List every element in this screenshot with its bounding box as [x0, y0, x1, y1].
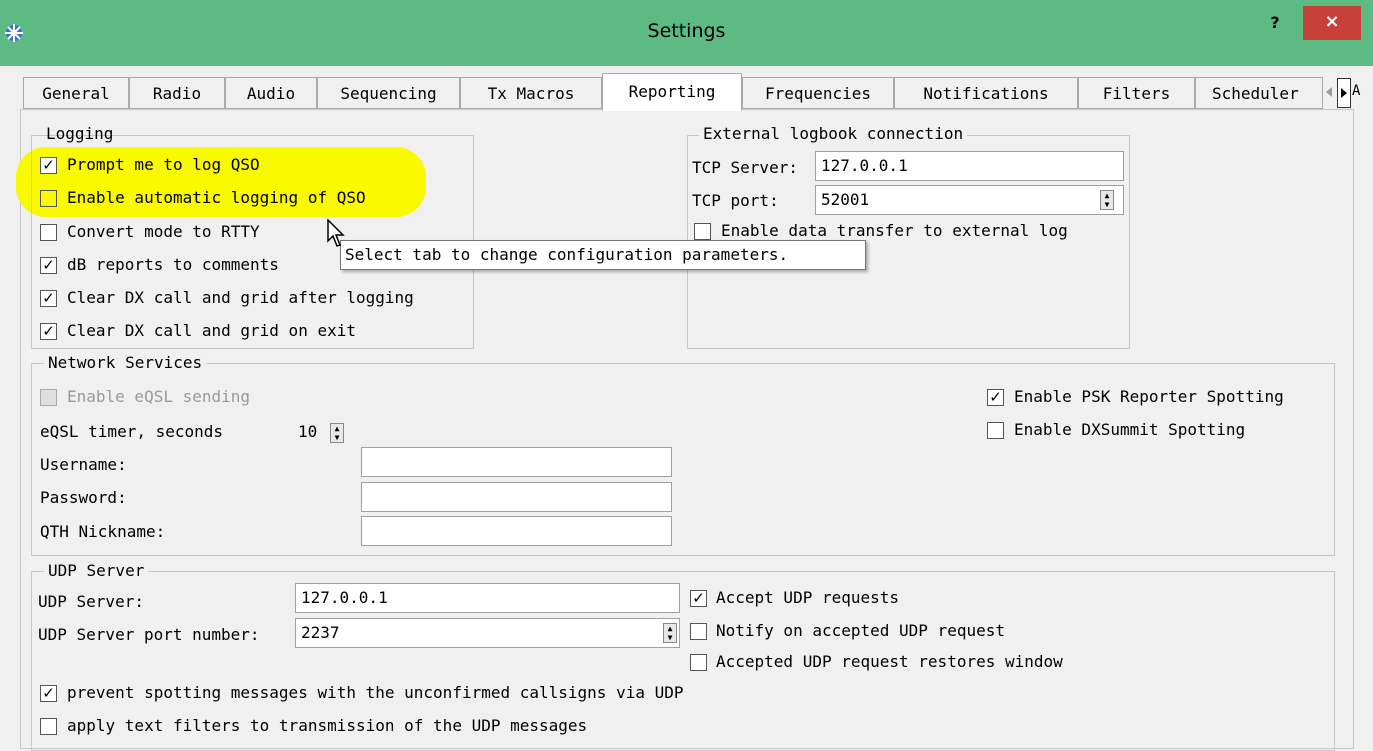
- clear-on-exit-checkbox[interactable]: ✓: [40, 323, 57, 340]
- clear-after-logging-label: Clear DX call and grid after logging: [67, 288, 414, 307]
- eqsl-timer-label: eQSL timer, seconds: [40, 422, 224, 441]
- auto-logging-checkbox[interactable]: [40, 190, 57, 207]
- tab-scroll-left-button[interactable]: [1323, 78, 1337, 108]
- convert-rtty-label: Convert mode to RTTY: [67, 222, 260, 241]
- eqsl-label: Enable eQSL sending: [67, 387, 251, 406]
- udp-title: UDP Server: [44, 561, 149, 580]
- enable-transfer-checkbox[interactable]: [694, 223, 711, 240]
- udp-port-label: UDP Server port number:: [38, 625, 260, 644]
- username-label: Username:: [40, 455, 127, 474]
- tab-tx-macros[interactable]: Tx Macros: [460, 77, 602, 109]
- chevron-right-icon: [1341, 88, 1347, 98]
- close-button[interactable]: ×: [1303, 6, 1361, 40]
- auto-logging-label: Enable automatic logging of QSO: [67, 188, 366, 207]
- restore-window-checkbox[interactable]: [690, 654, 707, 671]
- notify-udp-label: Notify on accepted UDP request: [716, 621, 1005, 640]
- help-button[interactable]: ?: [1262, 10, 1288, 36]
- tooltip: Select tab to change configuration param…: [340, 240, 866, 270]
- db-reports-label: dB reports to comments: [67, 255, 279, 274]
- logging-title: Logging: [46, 124, 114, 143]
- tab-scheduler[interactable]: Scheduler: [1195, 77, 1323, 109]
- tcp-server-input[interactable]: 127.0.0.1: [815, 151, 1124, 181]
- clear-after-logging-checkbox[interactable]: ✓: [40, 290, 57, 307]
- tab-audio[interactable]: Audio: [225, 77, 317, 109]
- udp-port-spinner[interactable]: ▲ ▼: [663, 623, 677, 643]
- prevent-spotting-checkbox[interactable]: ✓: [40, 685, 57, 702]
- tab-scroll-right-button[interactable]: [1337, 78, 1351, 108]
- apply-filters-label: apply text filters to transmission of th…: [67, 716, 588, 735]
- enable-transfer-label: Enable data transfer to external log: [721, 221, 1068, 240]
- psk-checkbox[interactable]: ✓: [987, 389, 1004, 406]
- db-reports-checkbox[interactable]: ✓: [40, 257, 57, 274]
- udp-server-input[interactable]: 127.0.0.1: [295, 583, 680, 613]
- tab-frequencies[interactable]: Frequencies: [742, 77, 894, 109]
- tcp-port-spinner[interactable]: ▲ ▼: [1100, 190, 1114, 210]
- password-input[interactable]: [361, 482, 672, 512]
- prompt-log-label: Prompt me to log QSO: [67, 155, 260, 174]
- tab-notifications[interactable]: Notifications: [894, 77, 1078, 109]
- tab-radio[interactable]: Radio: [129, 77, 225, 109]
- tab-reporting[interactable]: Reporting: [602, 73, 742, 111]
- tcp-port-label: TCP port:: [692, 191, 779, 210]
- prevent-spotting-label: prevent spotting messages with the uncon…: [67, 683, 684, 702]
- eqsl-timer-spinner[interactable]: ▲ ▼: [330, 423, 344, 443]
- eqsl-timer-value[interactable]: 10: [298, 422, 317, 441]
- tcp-port-input[interactable]: 52001: [815, 185, 1124, 215]
- clear-on-exit-label: Clear DX call and grid on exit: [67, 321, 356, 340]
- restore-window-label: Accepted UDP request restores window: [716, 652, 1063, 671]
- notify-udp-checkbox[interactable]: [690, 623, 707, 640]
- eqsl-checkbox[interactable]: [40, 389, 57, 406]
- network-title: Network Services: [44, 353, 207, 372]
- udp-server-label: UDP Server:: [38, 592, 144, 611]
- tcp-server-label: TCP Server:: [692, 158, 798, 177]
- qth-input[interactable]: [361, 516, 672, 546]
- apply-filters-checkbox[interactable]: [40, 718, 57, 735]
- psk-label: Enable PSK Reporter Spotting: [1014, 387, 1284, 406]
- tab-sequencing[interactable]: Sequencing: [317, 77, 460, 109]
- username-input[interactable]: [361, 447, 672, 477]
- window-title: Settings: [647, 20, 726, 42]
- tab-truncated-label[interactable]: A: [1352, 83, 1360, 99]
- dxsummit-checkbox[interactable]: [987, 422, 1004, 439]
- dxsummit-label: Enable DXSummit Spotting: [1014, 420, 1246, 439]
- tab-general[interactable]: General: [23, 77, 129, 109]
- qth-label: QTH Nickname:: [40, 522, 166, 541]
- mouse-cursor-icon: [327, 219, 345, 247]
- convert-rtty-checkbox[interactable]: [40, 224, 57, 241]
- accept-udp-checkbox[interactable]: ✓: [690, 590, 707, 607]
- prompt-log-checkbox[interactable]: ✓: [40, 157, 57, 174]
- chevron-left-icon: [1326, 87, 1332, 97]
- tab-filters[interactable]: Filters: [1078, 77, 1195, 109]
- password-label: Password:: [40, 488, 127, 507]
- udp-port-input[interactable]: 2237: [295, 618, 680, 648]
- external-log-title: External logbook connection: [699, 124, 968, 143]
- title-bar: Settings ? ×: [0, 0, 1373, 66]
- accept-udp-label: Accept UDP requests: [716, 588, 900, 607]
